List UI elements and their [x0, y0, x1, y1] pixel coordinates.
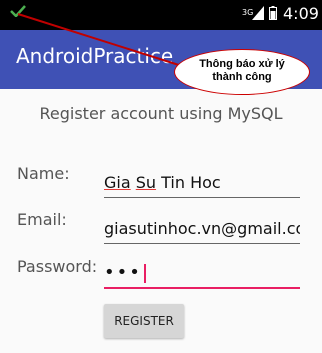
annotation-line-1: Thông báo xử lý: [199, 58, 285, 70]
annotation-callout: Thông báo xử lý thành công: [174, 49, 310, 95]
annotation-line-2: thành công: [212, 71, 272, 83]
